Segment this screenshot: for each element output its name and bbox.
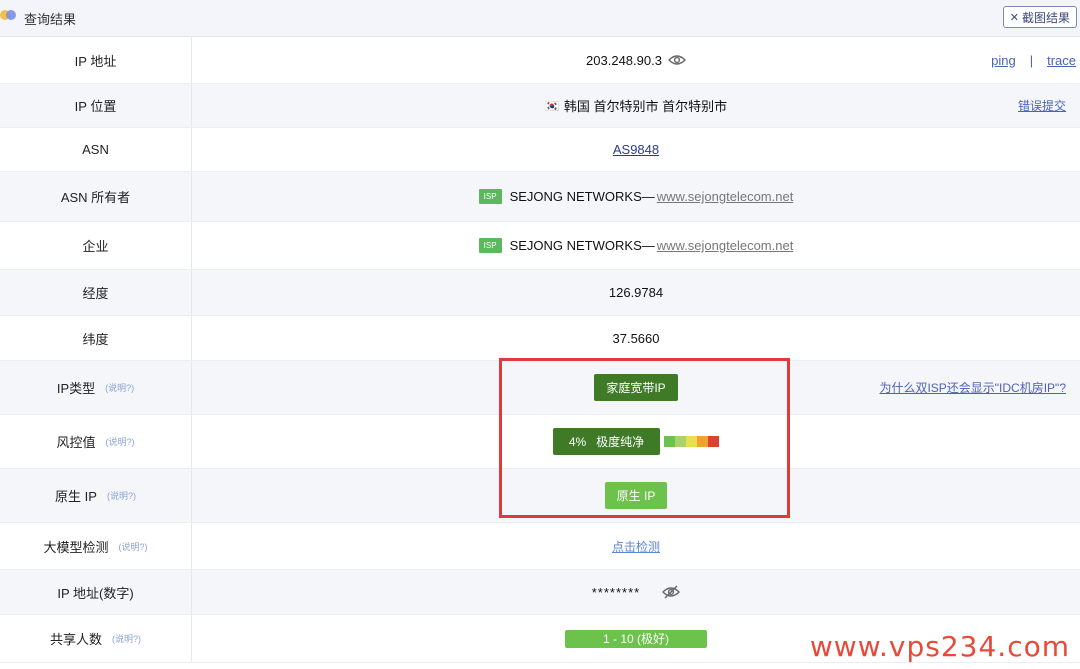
row-value: 4% 极度纯净 bbox=[192, 415, 1080, 468]
label-text: IP类型 bbox=[56, 381, 96, 396]
ip-value: 203.248.90.3 bbox=[586, 52, 662, 68]
asn-link[interactable]: AS9848 bbox=[613, 142, 659, 157]
risk-bar-segment bbox=[686, 436, 698, 447]
row-label: 风控值 (说明?) bbox=[0, 415, 192, 468]
table-row-ip: IP 地址 203.248.90.3 ping | trace bbox=[0, 37, 1080, 84]
row-value: ISP SEJONG NETWORKS — www.sejongtelecom.… bbox=[192, 222, 1080, 269]
risk-bar-segment bbox=[664, 436, 676, 447]
row-label: IP 地址(数字) bbox=[0, 570, 192, 614]
close-icon: ✕ bbox=[1009, 11, 1019, 24]
risk-bar-segment bbox=[708, 436, 720, 447]
row-label: 经度 bbox=[0, 270, 192, 315]
row-value: 点击检测 bbox=[192, 523, 1080, 569]
eye-icon[interactable] bbox=[667, 54, 686, 66]
detect-link[interactable]: 点击检测 bbox=[612, 538, 660, 555]
owner-site-link[interactable]: www.sejongtelecom.net bbox=[657, 189, 794, 204]
screenshot-button-label: 截图结果 bbox=[1021, 10, 1070, 25]
table-row-ip-numeric: IP 地址(数字) ******** bbox=[0, 570, 1080, 615]
shared-count-pill: 1 - 10 (极好) bbox=[565, 629, 707, 648]
table-row-latitude: 纬度 37.5660 bbox=[0, 316, 1080, 361]
ip-tools: ping | trace bbox=[991, 37, 1076, 83]
isp-badge: ISP bbox=[478, 189, 502, 204]
row-label: 企业 bbox=[0, 222, 192, 269]
risk-percent: 4% bbox=[568, 435, 587, 449]
table-row-asn-owner: ASN 所有者 ISP SEJONG NETWORKS — www.sejong… bbox=[0, 172, 1080, 222]
results-table: IP 地址 203.248.90.3 ping | trace IP 位置 🇰🇷… bbox=[0, 37, 1080, 663]
risk-bar-segment bbox=[675, 436, 687, 447]
risk-color-bar bbox=[664, 436, 720, 447]
table-row-llm: 大模型检测 (说明?) 点击检测 bbox=[0, 523, 1080, 570]
screenshot-button[interactable]: ✕ 截图结果 bbox=[1002, 6, 1077, 28]
separator: | bbox=[1029, 52, 1034, 68]
dash: — bbox=[641, 238, 655, 253]
row-value: ISP SEJONG NETWORKS — www.sejongtelecom.… bbox=[192, 172, 1080, 221]
table-row-company: 企业 ISP SEJONG NETWORKS — www.sejongtelec… bbox=[0, 222, 1080, 270]
logo-dot-icon bbox=[6, 10, 16, 20]
row-label: IP 位置 bbox=[0, 84, 192, 127]
flag-icon: 🇰🇷 bbox=[544, 98, 560, 113]
label-text: 原生 IP bbox=[55, 489, 97, 504]
label-text: 风控值 bbox=[56, 435, 96, 450]
company-name: SEJONG NETWORKS bbox=[509, 238, 642, 253]
company-site-link[interactable]: www.sejongtelecom.net bbox=[657, 238, 794, 253]
row-label: ASN 所有者 bbox=[0, 172, 192, 221]
row-label: 原生 IP (说明?) bbox=[0, 469, 192, 522]
trace-link[interactable]: trace bbox=[1047, 53, 1076, 68]
watermark: www.vps234.com bbox=[809, 630, 1070, 663]
row-label: 共享人数 (说明?) bbox=[0, 615, 192, 662]
eye-off-icon[interactable] bbox=[662, 585, 681, 599]
risk-score: 4% 极度纯净 bbox=[552, 428, 720, 455]
row-value: AS9848 bbox=[192, 128, 1080, 171]
label-text: 共享人数 bbox=[49, 632, 102, 647]
dash: — bbox=[641, 189, 655, 204]
row-value: 126.9784 bbox=[608, 285, 664, 300]
row-label: ASN bbox=[0, 128, 192, 171]
risk-tag: 4% 极度纯净 bbox=[552, 428, 661, 455]
location-value: 韩国 首尔特别市 首尔特别市 bbox=[563, 99, 728, 114]
risk-bar-segment bbox=[697, 436, 709, 447]
results-header: 查询结果 ✕ 截图结果 bbox=[0, 0, 1080, 37]
row-value: 203.248.90.3 bbox=[192, 37, 1080, 83]
row-label: IP类型 (说明?) bbox=[0, 361, 192, 414]
help-link[interactable]: (说明?) bbox=[119, 540, 148, 553]
table-row-longitude: 经度 126.9784 bbox=[0, 270, 1080, 316]
isp-badge: ISP bbox=[478, 238, 502, 253]
report-error-link[interactable]: 错误提交 bbox=[1018, 84, 1066, 127]
dual-isp-note-link[interactable]: 为什么双ISP还会显示"IDC机房IP"? bbox=[879, 361, 1066, 414]
table-row-location: IP 位置 🇰🇷 韩国 首尔特别市 首尔特别市 错误提交 bbox=[0, 84, 1080, 128]
help-link[interactable]: (说明?) bbox=[105, 381, 134, 394]
table-row-risk: 风控值 (说明?) 4% 极度纯净 bbox=[0, 415, 1080, 469]
results-title: 查询结果 bbox=[24, 12, 77, 27]
row-value: ******** bbox=[192, 570, 1080, 614]
table-row-native: 原生 IP (说明?) 原生 IP bbox=[0, 469, 1080, 523]
row-label: 大模型检测 (说明?) bbox=[0, 523, 192, 569]
table-row-ip-type: IP类型 (说明?) 家庭宽带IP 为什么双ISP还会显示"IDC机房IP"? bbox=[0, 361, 1080, 415]
row-label: 纬度 bbox=[0, 316, 192, 360]
ip-type-tag: 家庭宽带IP bbox=[594, 374, 678, 401]
owner-name: SEJONG NETWORKS bbox=[509, 189, 642, 204]
masked-value: ******** bbox=[591, 584, 641, 600]
table-row-asn: ASN AS9848 bbox=[0, 128, 1080, 172]
row-label: IP 地址 bbox=[0, 37, 192, 83]
row-value: 37.5660 bbox=[612, 330, 660, 346]
row-value: 原生 IP bbox=[192, 469, 1080, 522]
risk-desc: 极度纯净 bbox=[596, 435, 645, 449]
row-value: 🇰🇷 韩国 首尔特别市 首尔特别市 bbox=[192, 84, 1080, 127]
help-link[interactable]: (说明?) bbox=[107, 489, 136, 502]
label-text: 大模型检测 bbox=[43, 539, 109, 555]
help-link[interactable]: (说明?) bbox=[106, 435, 135, 448]
ping-link[interactable]: ping bbox=[991, 53, 1016, 68]
help-link[interactable]: (说明?) bbox=[112, 632, 141, 645]
native-ip-tag: 原生 IP bbox=[604, 482, 668, 509]
